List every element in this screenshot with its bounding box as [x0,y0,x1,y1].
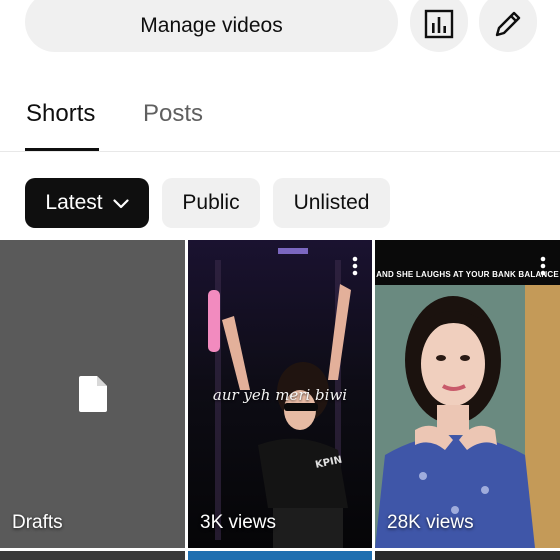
chevron-down-icon [113,191,129,215]
tab-posts[interactable]: Posts [143,100,203,128]
video-caption: AND SHE LAUGHS AT YOUR BANK BALANCE [376,270,559,279]
public-chip-label: Public [182,191,240,214]
manage-videos-label: Manage videos [140,14,283,37]
active-tab-indicator [25,148,99,151]
file-icon [78,376,108,417]
edit-button[interactable] [479,0,537,52]
tab-shorts[interactable]: Shorts [26,100,95,128]
unlisted-chip-label: Unlisted [293,191,370,214]
next-row-tile[interactable] [188,551,372,560]
more-vert-icon[interactable] [540,256,546,281]
latest-chip-label: Latest [45,191,103,214]
tab-posts-label: Posts [143,100,204,127]
public-filter-chip[interactable]: Public [162,178,260,228]
manage-videos-button[interactable]: Manage videos [25,0,398,52]
next-row-tile[interactable] [375,551,560,560]
short-video-tile[interactable]: KPIN aur yeh meri biwi 3K views [188,240,372,548]
more-vert-icon[interactable] [352,256,358,281]
unlisted-filter-chip[interactable]: Unlisted [273,178,390,228]
video-thumbnail [375,240,560,548]
shorts-grid: Drafts KPIN aur yeh meri biwi 3K views A… [0,240,560,560]
view-count: 28K views [387,512,474,533]
analytics-button[interactable] [410,0,468,52]
drafts-tile[interactable]: Drafts [0,240,185,548]
filter-chips: Latest Public Unlisted [0,178,560,228]
latest-filter-chip[interactable]: Latest [25,178,149,228]
short-video-tile[interactable]: AND SHE LAUGHS AT YOUR BANK BALANCE 28K … [375,240,560,548]
video-overlay-text: aur yeh meri biwi [212,386,348,404]
view-count: 3K views [200,512,277,533]
content-tabs: Shorts Posts [0,90,560,152]
bar-chart-icon [424,9,454,44]
top-actions: Manage videos [0,0,560,60]
drafts-label: Drafts [12,512,63,533]
next-row-tile[interactable] [0,551,185,560]
pencil-icon [492,8,524,45]
tab-shorts-label: Shorts [26,100,96,127]
